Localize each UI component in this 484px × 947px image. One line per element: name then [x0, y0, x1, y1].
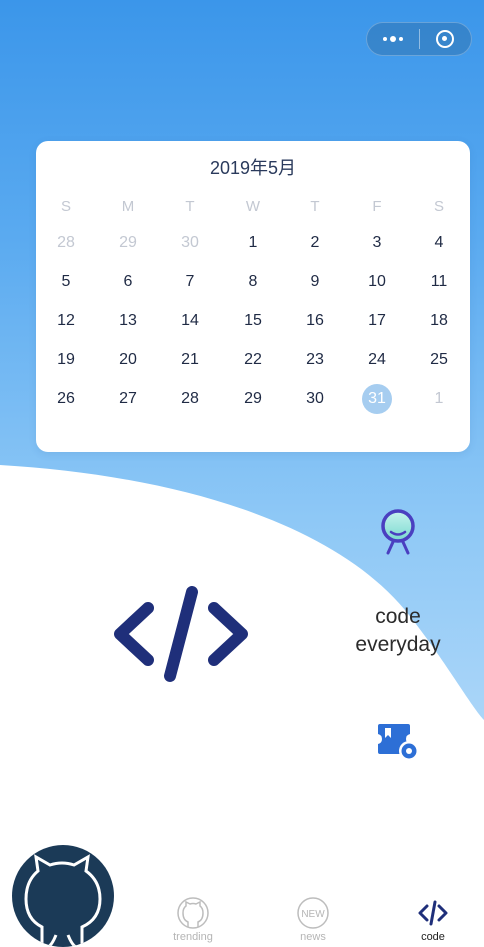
motto-line-1: code [375, 605, 421, 628]
calendar-day[interactable]: 28 [170, 384, 210, 414]
today-highlight: 31 [362, 384, 392, 414]
code-icon [418, 900, 448, 926]
calendar-day[interactable]: 29 [233, 384, 273, 414]
calendar-day[interactable]: 1 [419, 384, 459, 414]
weekday-header: S [60, 198, 71, 215]
tab-trending[interactable]: trending [158, 896, 228, 943]
github-icon [177, 897, 209, 929]
weekday-header: T [185, 198, 195, 215]
calendar-day[interactable]: 18 [419, 306, 459, 336]
calendar-day[interactable]: 30 [295, 384, 335, 414]
calendar-day[interactable]: 25 [419, 345, 459, 375]
calendar-month-title: 2019年5月 [209, 158, 297, 178]
calendar-day[interactable]: 28 [46, 228, 86, 258]
calendar-day[interactable]: 2 [295, 228, 335, 258]
calendar-day[interactable]: 13 [108, 306, 148, 336]
close-button[interactable] [420, 23, 472, 55]
calendar-day[interactable]: 10 [357, 267, 397, 297]
user-avatar[interactable] [12, 845, 114, 947]
calendar-day[interactable]: 4 [419, 228, 459, 258]
new-badge-icon: NEW [297, 897, 329, 929]
tab-code[interactable]: code [398, 896, 468, 943]
weekday-header: W [245, 198, 261, 215]
calendar-day[interactable]: 1 [233, 228, 273, 258]
calendar-day-today[interactable]: 31 [357, 384, 397, 414]
weekday-header: T [310, 198, 320, 215]
calendar-day[interactable]: 8 [233, 267, 273, 297]
calendar-day[interactable]: 16 [295, 306, 335, 336]
close-target-icon [436, 30, 455, 48]
calendar-day[interactable]: 15 [233, 306, 273, 336]
tab-news[interactable]: NEW news [278, 896, 348, 943]
calendar-day[interactable]: 17 [357, 306, 397, 336]
calendar-day[interactable]: 9 [295, 267, 335, 297]
github-octocat-avatar-icon [24, 854, 102, 947]
calendar-day[interactable]: 5 [46, 267, 86, 297]
calendar-day[interactable]: 27 [108, 384, 148, 414]
miniprogram-capsule [366, 22, 472, 56]
calendar-day[interactable]: 7 [170, 267, 210, 297]
more-dots-icon [382, 36, 403, 42]
weekday-header: S [433, 198, 444, 215]
calendar-day[interactable]: 29 [108, 228, 148, 258]
calendar-day[interactable]: 23 [295, 345, 335, 375]
calendar-day[interactable]: 20 [108, 345, 148, 375]
tab-news-label: news [300, 931, 326, 943]
new-badge-text: NEW [301, 909, 325, 920]
weekday-header: M [121, 198, 135, 215]
tab-code-label: code [421, 931, 445, 943]
motto-text: code everyday [336, 603, 460, 659]
ticket-settings-icon[interactable] [376, 722, 420, 762]
more-button[interactable] [367, 23, 419, 55]
calendar-day[interactable]: 24 [357, 345, 397, 375]
calendar-day[interactable]: 21 [170, 345, 210, 375]
calendar-day[interactable]: 3 [357, 228, 397, 258]
calendar-day[interactable]: 14 [170, 306, 210, 336]
calendar-day[interactable]: 19 [46, 345, 86, 375]
calendar-day[interactable]: 11 [419, 267, 459, 297]
calendar-day[interactable]: 12 [46, 306, 86, 336]
calendar-card: 2019年5月 S M T W T F S 28 29 30 1 2 3 4 5 6 7 8 9 10 11 12 13 14… [36, 141, 470, 452]
weekday-header: F [372, 198, 382, 215]
code-brackets-icon [114, 586, 248, 682]
robot-avatar-icon[interactable] [378, 509, 418, 557]
calendar-day[interactable]: 6 [108, 267, 148, 297]
tab-trending-label: trending [173, 931, 213, 943]
calendar-day[interactable]: 30 [170, 228, 210, 258]
calendar-day[interactable]: 22 [233, 345, 273, 375]
motto-line-2: everyday [355, 633, 441, 656]
calendar-day[interactable]: 26 [46, 384, 86, 414]
